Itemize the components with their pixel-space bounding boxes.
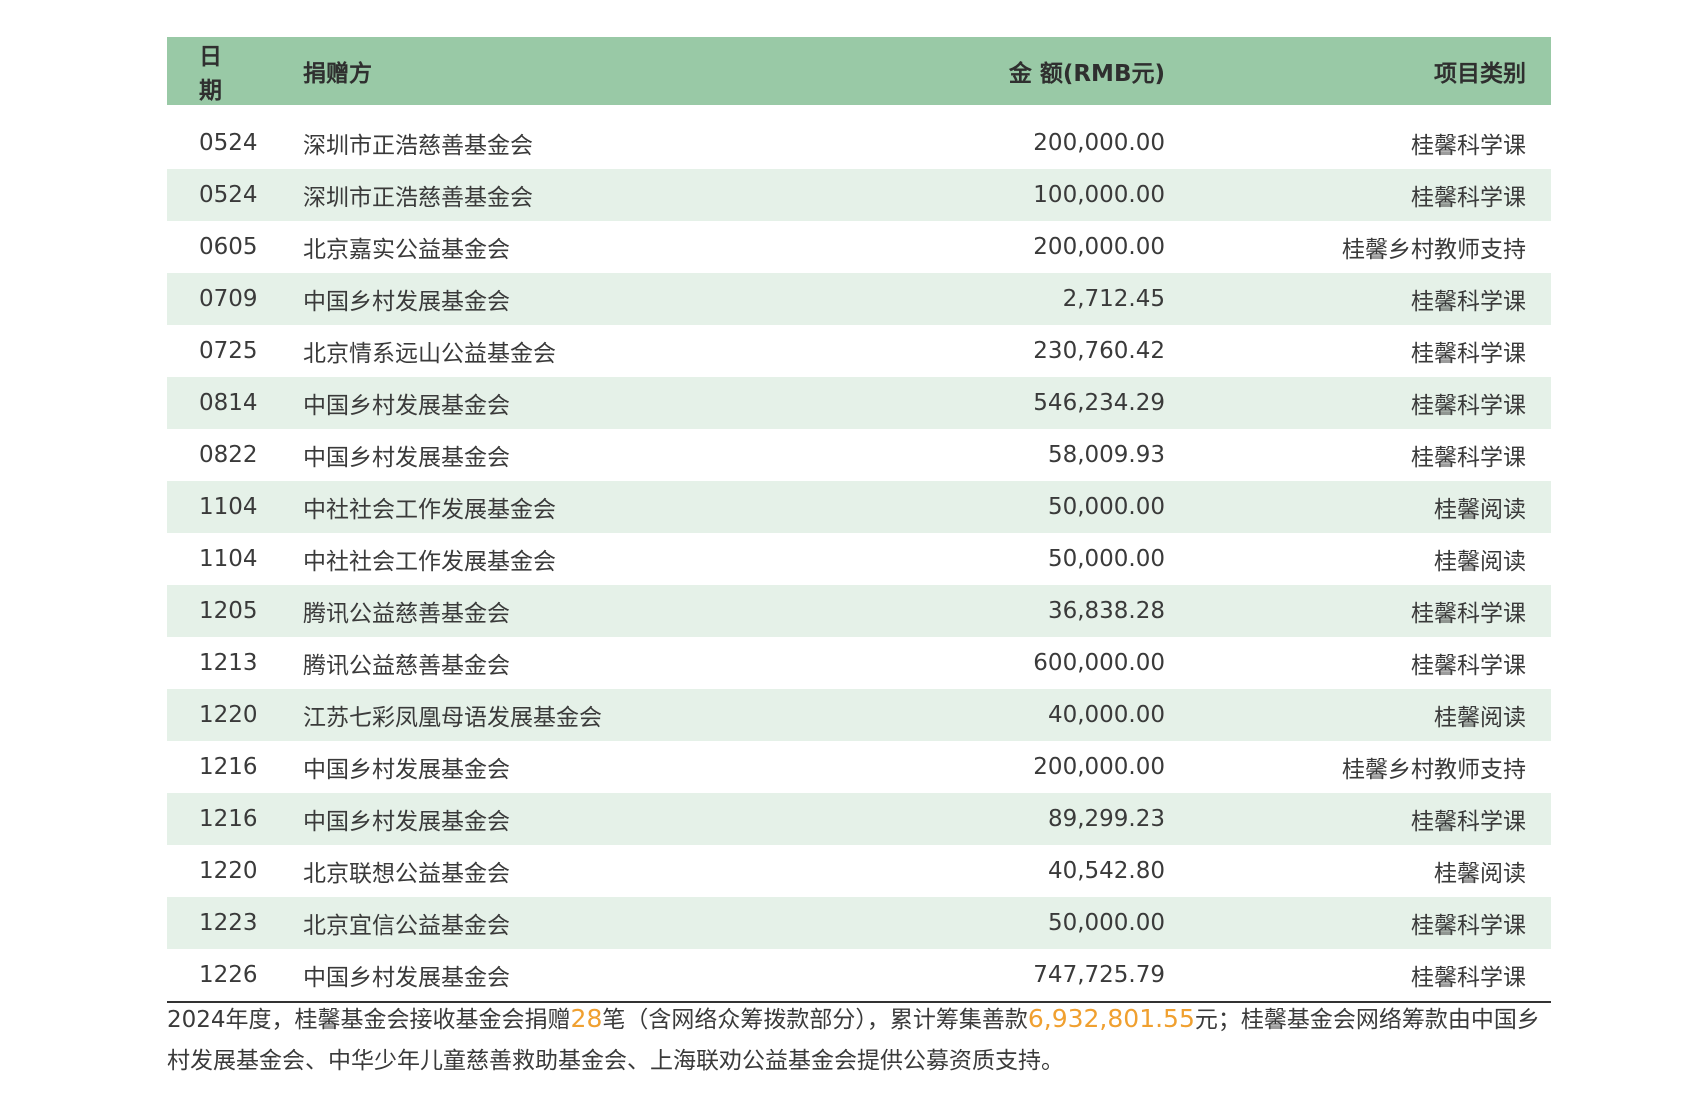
cell-amount: 200,000.00 bbox=[1033, 234, 1165, 260]
table-row: 1223 北京宜信公益基金会 50,000.00 桂馨科学课 bbox=[167, 897, 1551, 949]
cell-date: 0725 bbox=[199, 338, 258, 364]
cell-category: 桂馨乡村教师支持 bbox=[1342, 237, 1526, 263]
table-header-row: 日 期 捐赠方 金 额(RMB元) 项目类别 bbox=[167, 37, 1551, 105]
cell-donor: 中社社会工作发展基金会 bbox=[303, 549, 556, 575]
cell-donor: 深圳市正浩慈善基金会 bbox=[303, 185, 533, 211]
footnote-text-2: 笔（含网络众筹拨款部分），累计筹集善款 bbox=[602, 1007, 1028, 1033]
cell-date: 1216 bbox=[199, 754, 258, 780]
cell-category: 桂馨科学课 bbox=[1411, 445, 1526, 471]
cell-category: 桂馨科学课 bbox=[1411, 913, 1526, 939]
cell-amount: 200,000.00 bbox=[1033, 130, 1165, 156]
table-row: 0605 北京嘉实公益基金会 200,000.00 桂馨乡村教师支持 bbox=[167, 221, 1551, 273]
cell-donor: 北京宜信公益基金会 bbox=[303, 913, 510, 939]
cell-category: 桂馨科学课 bbox=[1411, 965, 1526, 991]
cell-date: 0524 bbox=[199, 182, 258, 208]
donation-table: 日 期 捐赠方 金 额(RMB元) 项目类别 0524 深圳市正浩慈善基金会 200… bbox=[167, 37, 1551, 1001]
table-row: 1220 江苏七彩凤凰母语发展基金会 40,000.00 桂馨阅读 bbox=[167, 689, 1551, 741]
table-row: 1216 中国乡村发展基金会 200,000.00 桂馨乡村教师支持 bbox=[167, 741, 1551, 793]
cell-amount: 50,000.00 bbox=[1047, 546, 1165, 572]
cell-donor: 腾讯公益慈善基金会 bbox=[303, 653, 510, 679]
table-row: 1220 北京联想公益基金会 40,542.80 桂馨阅读 bbox=[167, 845, 1551, 897]
header-category: 项目类别 bbox=[1434, 61, 1526, 87]
donation-table-container: 日 期 捐赠方 金 额(RMB元) 项目类别 0524 深圳市正浩慈善基金会 200… bbox=[167, 37, 1551, 1003]
cell-date: 1104 bbox=[199, 546, 258, 572]
cell-category: 桂馨阅读 bbox=[1434, 497, 1526, 523]
cell-donor: 北京情系远山公益基金会 bbox=[303, 341, 556, 367]
header-spacer bbox=[167, 105, 1551, 117]
cell-donor: 中国乡村发展基金会 bbox=[303, 757, 510, 783]
cell-category: 桂馨科学课 bbox=[1411, 393, 1526, 419]
cell-category: 桂馨科学课 bbox=[1411, 133, 1526, 159]
cell-amount: 50,000.00 bbox=[1047, 494, 1165, 520]
table-row: 1205 腾讯公益慈善基金会 36,838.28 桂馨科学课 bbox=[167, 585, 1551, 637]
cell-donor: 中国乡村发展基金会 bbox=[303, 965, 510, 991]
table-row: 1226 中国乡村发展基金会 747,725.79 桂馨科学课 bbox=[167, 949, 1551, 1001]
header-date: 日 期 bbox=[199, 44, 228, 104]
cell-amount: 89,299.23 bbox=[1047, 806, 1165, 832]
cell-date: 1213 bbox=[199, 650, 258, 676]
cell-category: 桂馨科学课 bbox=[1411, 809, 1526, 835]
cell-date: 1226 bbox=[199, 962, 258, 988]
table-row: 0725 北京情系远山公益基金会 230,760.42 桂馨科学课 bbox=[167, 325, 1551, 377]
cell-date: 0822 bbox=[199, 442, 258, 468]
table-row: 1104 中社社会工作发展基金会 50,000.00 桂馨阅读 bbox=[167, 533, 1551, 585]
cell-date: 1216 bbox=[199, 806, 258, 832]
cell-donor: 中国乡村发展基金会 bbox=[303, 809, 510, 835]
donation-total: 6,932,801.55 bbox=[1027, 1004, 1195, 1033]
cell-date: 0524 bbox=[199, 130, 258, 156]
table-row: 1216 中国乡村发展基金会 89,299.23 桂馨科学课 bbox=[167, 793, 1551, 845]
cell-amount: 200,000.00 bbox=[1033, 754, 1165, 780]
cell-category: 桂馨科学课 bbox=[1411, 653, 1526, 679]
cell-category: 桂馨科学课 bbox=[1411, 341, 1526, 367]
cell-donor: 腾讯公益慈善基金会 bbox=[303, 601, 510, 627]
table-row: 1213 腾讯公益慈善基金会 600,000.00 桂馨科学课 bbox=[167, 637, 1551, 689]
cell-date: 1223 bbox=[199, 910, 258, 936]
cell-donor: 中国乡村发展基金会 bbox=[303, 289, 510, 315]
header-amount: 金 额(RMB元) bbox=[1008, 61, 1165, 87]
cell-donor: 江苏七彩凤凰母语发展基金会 bbox=[303, 705, 602, 731]
cell-amount: 50,000.00 bbox=[1047, 910, 1165, 936]
cell-amount: 40,000.00 bbox=[1047, 702, 1165, 728]
table-row: 0524 深圳市正浩慈善基金会 100,000.00 桂馨科学课 bbox=[167, 169, 1551, 221]
cell-donor: 中国乡村发展基金会 bbox=[303, 393, 510, 419]
summary-footnote: 2024年度，桂馨基金会接收基金会捐赠28笔（含网络众筹拨款部分），累计筹集善款… bbox=[167, 998, 1557, 1082]
cell-amount: 230,760.42 bbox=[1033, 338, 1165, 364]
cell-date: 1205 bbox=[199, 598, 258, 624]
table-row: 1104 中社社会工作发展基金会 50,000.00 桂馨阅读 bbox=[167, 481, 1551, 533]
cell-amount: 747,725.79 bbox=[1033, 962, 1165, 988]
cell-amount: 36,838.28 bbox=[1047, 598, 1165, 624]
cell-date: 1220 bbox=[199, 858, 258, 884]
cell-date: 1220 bbox=[199, 702, 258, 728]
cell-category: 桂馨乡村教师支持 bbox=[1342, 757, 1526, 783]
cell-donor: 中国乡村发展基金会 bbox=[303, 445, 510, 471]
cell-amount: 58,009.93 bbox=[1047, 442, 1165, 468]
cell-amount: 546,234.29 bbox=[1033, 390, 1165, 416]
cell-category: 桂馨阅读 bbox=[1434, 861, 1526, 887]
cell-donor: 中社社会工作发展基金会 bbox=[303, 497, 556, 523]
donation-count: 28 bbox=[570, 1004, 603, 1033]
cell-amount: 100,000.00 bbox=[1033, 182, 1165, 208]
cell-amount: 2,712.45 bbox=[1062, 286, 1165, 312]
cell-amount: 40,542.80 bbox=[1047, 858, 1165, 884]
cell-category: 桂馨阅读 bbox=[1434, 549, 1526, 575]
cell-date: 1104 bbox=[199, 494, 258, 520]
cell-date: 0605 bbox=[199, 234, 258, 260]
cell-category: 桂馨科学课 bbox=[1411, 601, 1526, 627]
table-body: 0524 深圳市正浩慈善基金会 200,000.00 桂馨科学课 0524 深圳市正浩慈善… bbox=[167, 105, 1551, 1001]
cell-donor: 深圳市正浩慈善基金会 bbox=[303, 133, 533, 159]
table-row: 0822 中国乡村发展基金会 58,009.93 桂馨科学课 bbox=[167, 429, 1551, 481]
table-row: 0524 深圳市正浩慈善基金会 200,000.00 桂馨科学课 bbox=[167, 117, 1551, 169]
cell-category: 桂馨科学课 bbox=[1411, 185, 1526, 211]
table-row: 0814 中国乡村发展基金会 546,234.29 桂馨科学课 bbox=[167, 377, 1551, 429]
footnote-text-1: 2024年度，桂馨基金会接收基金会捐赠 bbox=[167, 1007, 571, 1033]
cell-donor: 北京嘉实公益基金会 bbox=[303, 237, 510, 263]
table-row: 0709 中国乡村发展基金会 2,712.45 桂馨科学课 bbox=[167, 273, 1551, 325]
cell-category: 桂馨科学课 bbox=[1411, 289, 1526, 315]
cell-amount: 600,000.00 bbox=[1033, 650, 1165, 676]
cell-donor: 北京联想公益基金会 bbox=[303, 861, 510, 887]
header-donor: 捐赠方 bbox=[303, 61, 372, 87]
cell-date: 0814 bbox=[199, 390, 258, 416]
cell-category: 桂馨阅读 bbox=[1434, 705, 1526, 731]
cell-date: 0709 bbox=[199, 286, 258, 312]
